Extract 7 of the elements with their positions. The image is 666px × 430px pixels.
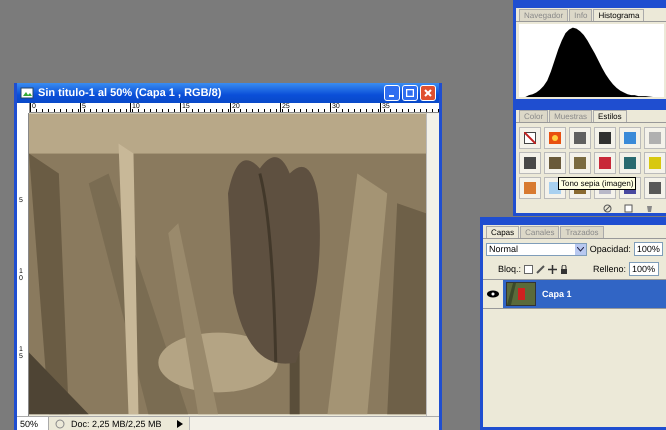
fill-label: Relleno: xyxy=(593,264,626,274)
layer-name: Capa 1 xyxy=(542,289,572,299)
window-title: Sin titulo-1 al 50% (Capa 1 , RGB/8) xyxy=(38,87,222,99)
tooltip: Tono sepia (imagen) xyxy=(558,177,636,190)
lock-label: Bloq.: xyxy=(498,264,522,274)
opacity-label: Opacidad: xyxy=(590,244,631,254)
document-size: Doc: 2,25 MB/2,25 MB xyxy=(71,418,163,428)
